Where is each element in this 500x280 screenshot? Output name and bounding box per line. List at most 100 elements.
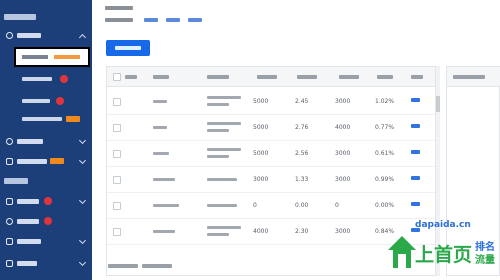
sidebar-item-group[interactable]	[0, 154, 92, 170]
avg-bid-cell: 2.56	[295, 150, 309, 157]
column-header-keyword	[153, 75, 169, 79]
search-ad-icon	[6, 218, 13, 225]
sidebar-section-header	[4, 14, 36, 20]
add-link[interactable]	[411, 150, 420, 154]
sidebar-subitem[interactable]	[14, 94, 86, 108]
keyword-cell	[153, 126, 167, 129]
avg-bid-cell: 1.33	[295, 176, 309, 183]
page-info	[108, 264, 138, 268]
reason-cell	[207, 122, 241, 125]
table-row: 0 0.00 0 0.00%	[107, 193, 435, 219]
table-header	[107, 67, 435, 87]
reason-cell	[207, 148, 241, 151]
filter-label	[105, 18, 133, 22]
scrollbar-thumb[interactable]	[436, 96, 440, 112]
row-checkbox[interactable]	[113, 202, 121, 210]
reason-cell	[207, 226, 241, 229]
reason-cell	[207, 204, 237, 207]
avg-bid-cell: 2.30	[295, 228, 309, 235]
display-icon	[6, 138, 13, 145]
chevron-down-icon	[78, 156, 87, 165]
app-root: 5000 2.45 3000 1.02% 5000 2.76 4000 0.77…	[0, 0, 500, 280]
reason-cell	[207, 129, 229, 132]
batch-add-button[interactable]	[106, 40, 150, 56]
filter-option[interactable]	[144, 18, 158, 22]
sidebar-subitem-label	[22, 55, 48, 59]
watermark-brand: 上首页	[415, 244, 473, 266]
filter-option[interactable]	[188, 18, 202, 22]
competition-cell: 3000	[335, 98, 351, 105]
keyword-cell	[153, 178, 175, 181]
selected-keywords-header	[447, 67, 500, 87]
competition-cell: 3000	[335, 176, 351, 183]
column-header-ctr	[377, 75, 393, 79]
sidebar-item-label	[17, 159, 47, 164]
badge-dot	[56, 97, 64, 105]
sidebar-item-display[interactable]	[0, 134, 92, 150]
ctr-cell: 0.00%	[375, 202, 395, 209]
row-checkbox[interactable]	[113, 124, 121, 132]
chevron-down-icon	[78, 196, 87, 205]
ctr-cell: 1.02%	[375, 98, 395, 105]
row-checkbox[interactable]	[113, 98, 121, 106]
sidebar-item-label	[17, 139, 43, 144]
column-header-competition	[339, 75, 359, 79]
sidebar-subitem-active[interactable]	[14, 47, 90, 67]
badge-dot	[44, 197, 52, 205]
house-logo-icon	[388, 236, 416, 268]
filter-row-reason	[100, 16, 260, 24]
keyword-cell	[153, 100, 167, 103]
badge-dot	[44, 217, 52, 225]
reason-cell	[207, 96, 241, 99]
row-checkbox[interactable]	[113, 228, 121, 236]
sidebar-item-search-promotion[interactable]	[0, 28, 92, 44]
reason-cell	[207, 155, 229, 158]
column-header-reason	[207, 75, 229, 79]
show-index-cell: 0	[253, 202, 257, 209]
ctr-cell: 0.77%	[375, 124, 395, 131]
sidebar	[0, 0, 92, 280]
table-row: 3000 1.33 3000 0.99%	[107, 167, 435, 193]
store-icon	[6, 260, 13, 267]
watermark: dapaida.cn 上首页 排名 流量	[385, 218, 500, 280]
sidebar-section-header	[4, 178, 28, 184]
select-all-pages-link[interactable]	[142, 264, 172, 268]
chevron-up-icon	[78, 33, 87, 42]
show-index-cell: 4000	[253, 228, 269, 235]
column-header-show-index	[257, 75, 277, 79]
column-header-avg-bid	[297, 75, 317, 79]
reason-cell	[207, 103, 229, 106]
sidebar-item-enterprise[interactable]	[0, 234, 92, 250]
sidebar-subitem[interactable]	[14, 112, 86, 126]
add-link[interactable]	[411, 202, 420, 206]
avg-bid-cell: 2.45	[295, 98, 309, 105]
show-index-cell: 5000	[253, 150, 269, 157]
sidebar-subitem[interactable]	[14, 72, 86, 86]
competition-cell: 0	[335, 202, 339, 209]
sidebar-item-search-ad[interactable]	[0, 214, 92, 230]
briefcase-icon	[6, 238, 13, 245]
badge-dot	[60, 75, 68, 83]
filter-row-conditions	[100, 4, 220, 12]
sidebar-item-store[interactable]	[0, 256, 92, 272]
table-row: 5000 2.45 3000 1.02%	[107, 89, 435, 115]
add-link[interactable]	[411, 98, 420, 102]
sidebar-item-label	[17, 239, 41, 244]
column-header-select-all	[125, 75, 137, 79]
add-link[interactable]	[411, 124, 420, 128]
sidebar-subitem-label	[22, 99, 50, 103]
select-all-checkbox[interactable]	[113, 73, 121, 81]
show-index-cell: 3000	[253, 176, 269, 183]
search-icon	[6, 32, 13, 39]
filter-option[interactable]	[166, 18, 180, 22]
row-checkbox[interactable]	[113, 150, 121, 158]
watermark-sub2: 流量	[475, 255, 495, 266]
row-checkbox[interactable]	[113, 176, 121, 184]
table-row: 5000 2.76 4000 0.77%	[107, 115, 435, 141]
show-index-cell: 5000	[253, 98, 269, 105]
chevron-down-icon	[78, 236, 87, 245]
sidebar-subitem-tag	[54, 55, 80, 59]
column-header-action	[411, 75, 423, 79]
sidebar-item-brand-zone[interactable]	[0, 194, 92, 210]
add-link[interactable]	[411, 176, 420, 180]
